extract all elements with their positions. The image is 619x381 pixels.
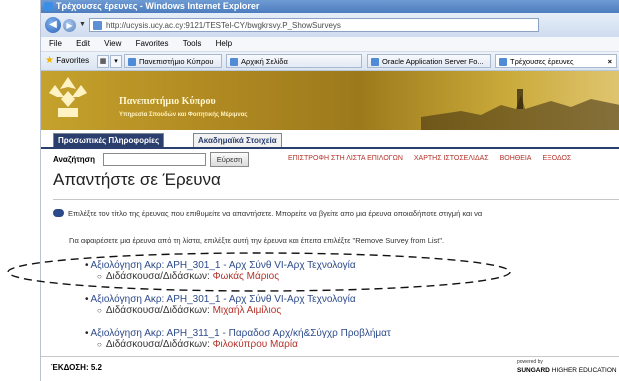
dashed-highlight-ellipse (7, 252, 511, 292)
